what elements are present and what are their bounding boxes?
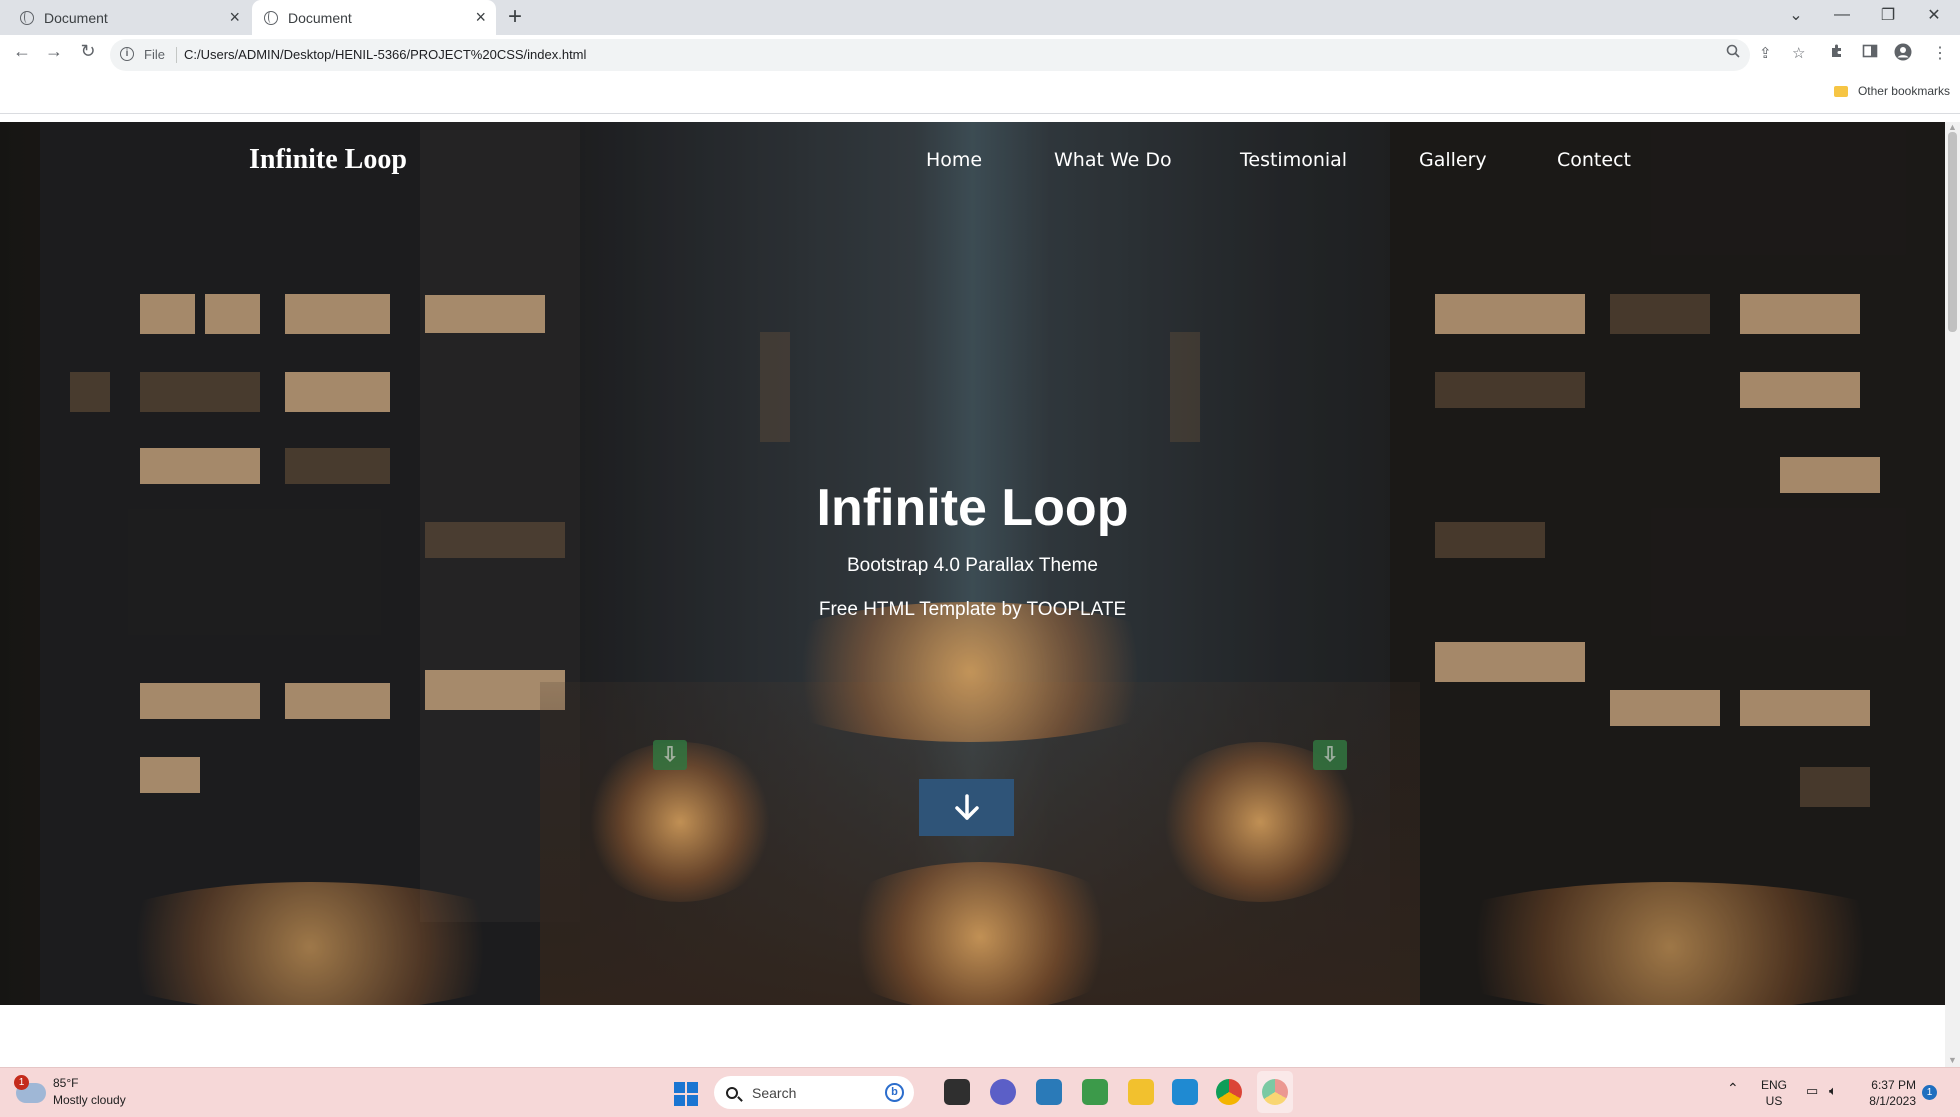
extensions-puzzle-icon[interactable] [1829,43,1845,64]
nav-what-we-do[interactable]: What We Do [1054,149,1172,171]
hero-subtitle: Bootstrap 4.0 Parallax Theme [846,555,1098,576]
scrollbar-thumb[interactable] [1948,132,1957,332]
close-tab-icon[interactable]: × [229,7,240,28]
vs-code-icon[interactable] [1172,1079,1198,1105]
scroll-down-button[interactable] [919,779,1014,836]
nav-testimonial[interactable]: Testimonial [1240,149,1347,171]
folder-icon [1833,85,1848,97]
other-bookmarks[interactable]: Other bookmarks [1833,84,1950,98]
forward-arrow-icon[interactable]: → [40,41,68,62]
globe-icon [20,10,34,25]
share-icon[interactable]: ⇪ [1759,44,1772,62]
show-hidden-icons-chevron-icon[interactable]: ⌃ [1727,1080,1739,1096]
zoom-icon[interactable] [1726,44,1742,60]
taskbar: 1 85°F Mostly cloudy Search b ⌃ ENG US ▭… [0,1067,1960,1117]
menu-kebab-icon[interactable]: ⋮ [1932,43,1948,63]
chrome-icon[interactable] [1216,1079,1242,1105]
weather-widget[interactable]: 1 85°F Mostly cloudy [14,1075,126,1109]
windows-start-icon[interactable] [674,1082,698,1106]
globe-icon [264,10,278,25]
scroll-down-arrow-icon[interactable]: ▼ [1948,1055,1957,1065]
hero-title: Infinite Loop [816,479,1129,537]
teams-chat-icon[interactable] [990,1079,1016,1105]
bookmark-star-icon[interactable]: ☆ [1792,44,1805,62]
scroll-up-arrow-icon[interactable]: ▲ [1948,122,1957,132]
page-viewport: ⇩ ⇩ Infinite Loop Home What We Do Testim… [0,122,1945,1067]
restore-button[interactable]: ❐ [1865,0,1911,30]
weather-badge: 1 [14,1075,29,1090]
hero-section: ⇩ ⇩ Infinite Loop Home What We Do Testim… [0,122,1945,1005]
task-view-icon[interactable] [944,1079,970,1105]
network-icon[interactable]: ▭ [1806,1083,1818,1099]
notification-badge[interactable]: 1 [1922,1085,1937,1100]
browser-tab[interactable]: Document × [0,0,250,35]
url-text[interactable]: C:/Users/ADMIN/Desktop/HENIL-5366/PROJEC… [184,47,586,62]
lang-line1: ENG [1761,1078,1788,1092]
nav-gallery[interactable]: Gallery [1419,149,1487,171]
address-bar[interactable]: i File C:/Users/ADMIN/Desktop/HENIL-5366… [110,39,1805,71]
active-app-highlight [1257,1071,1293,1113]
bookmarks-label: Other bookmarks [1857,84,1950,98]
scheme-label: File [144,47,165,62]
divider [176,47,177,63]
tab-title: Document [288,9,352,26]
search-icon [726,1086,738,1099]
reload-icon[interactable]: ↻ [74,41,102,62]
page-scrollbar[interactable]: ▲ ▼ [1945,122,1960,1067]
lang-line2: US [1765,1094,1783,1108]
language-indicator[interactable]: ENG US [1761,1077,1787,1109]
profile-avatar-icon[interactable] [1894,43,1912,66]
notepad-plus-plus-icon[interactable] [1082,1079,1108,1105]
tab-search-chevron-icon[interactable]: ⌄ [1773,0,1819,30]
close-window-button[interactable]: ✕ [1911,0,1957,30]
browser-toolbar: ← → ↻ i File C:/Users/ADMIN/Desktop/HENI… [0,35,1960,75]
search-label: Search [752,1084,797,1101]
taskbar-search[interactable]: Search b [714,1076,914,1109]
hero-credit: Free HTML Template by TOOPLATE [818,599,1127,620]
close-tab-icon[interactable]: × [475,7,486,28]
site-brand[interactable]: Infinite Loop [249,144,407,176]
new-tab-button[interactable]: + [508,3,522,31]
weather-temp: 85°F [53,1076,79,1090]
minimize-button[interactable]: — [1819,0,1865,30]
bing-icon[interactable]: b [885,1083,904,1102]
cloud-icon: 1 [14,1075,46,1103]
tab-title: Document [44,9,108,26]
bookmarks-bar: Other bookmarks [0,75,1960,114]
browser-tab-active[interactable]: Document × [252,0,496,35]
arrow-down-icon [954,793,979,820]
date: 8/1/2023 [1869,1094,1916,1108]
nav-contect[interactable]: Contect [1557,149,1631,171]
notepad-icon[interactable] [1036,1079,1062,1105]
nav-home[interactable]: Home [926,149,982,171]
info-icon[interactable]: i [120,47,134,61]
clock[interactable]: 6:37 PM 8/1/2023 [1862,1077,1916,1109]
time: 6:37 PM [1871,1078,1916,1092]
weather-desc: Mostly cloudy [53,1093,126,1107]
volume-icon[interactable]: 🔈︎ [1829,1083,1837,1099]
back-arrow-icon[interactable]: ← [8,41,36,62]
file-explorer-icon[interactable] [1128,1079,1154,1105]
tab-strip: Document × Document × + ⌄ — ❐ ✕ [0,0,1960,35]
side-panel-icon[interactable] [1862,43,1878,64]
